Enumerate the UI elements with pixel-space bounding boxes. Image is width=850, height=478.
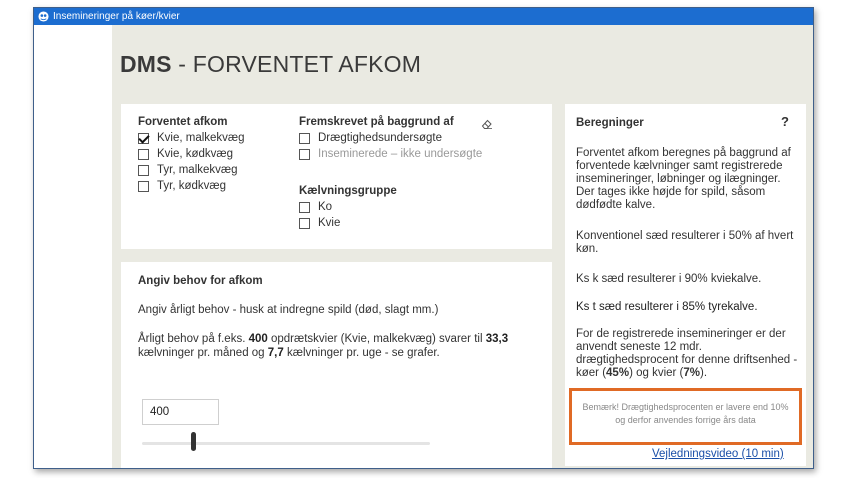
- checkbox-ko[interactable]: Ko: [299, 199, 397, 215]
- checkbox-kvie[interactable]: Kvie: [299, 215, 397, 231]
- checkbox-box[interactable]: [299, 148, 310, 160]
- main-content: DMS - FORVENTET AFKOM Forventet afkom Kv…: [112, 25, 813, 468]
- calc-paragraph-1: Forventet afkom beregnes på baggrund af …: [576, 147, 791, 211]
- need-text-part: opdrætskvier (Kvie, malkekvæg) svarer ti…: [267, 333, 486, 345]
- window-title: Insemineringer på køer/kvier: [53, 11, 180, 22]
- checkbox-box-checked[interactable]: [138, 132, 149, 144]
- checkbox-tyr-koedkvaeg[interactable]: Tyr, kødkvæg: [138, 178, 245, 194]
- page-header: DMS - FORVENTET AFKOM: [112, 25, 813, 87]
- projection-group: Fremskrevet på baggrund af Drægtighedsun…: [299, 116, 482, 162]
- checkbox-tyr-malkekvaeg[interactable]: Tyr, malkekvæg: [138, 162, 245, 178]
- checkbox-label: Tyr, malkekvæg: [157, 164, 238, 176]
- app-window: Insemineringer på køer/kvier DMS - FORVE…: [33, 7, 814, 469]
- page-title: DMS - FORVENTET AFKOM: [120, 51, 421, 78]
- calc-paragraph-3: Ks k sæd resulterer i 90% kviekalve.: [576, 273, 762, 285]
- need-text-part: kælvninger pr. uge - se grafer.: [283, 347, 440, 359]
- need-slider-track[interactable]: [142, 442, 430, 445]
- calving-group: Kælvningsgruppe Ko Kvie: [299, 185, 397, 231]
- app-icon: [38, 11, 49, 22]
- need-panel: Angiv behov for afkom Angiv årligt behov…: [121, 262, 552, 468]
- need-instruction: Angiv årligt behov - husk at indregne sp…: [138, 304, 439, 316]
- checkbox-box[interactable]: [299, 132, 310, 144]
- checkbox-draegtighedsundersoegte[interactable]: Drægtighedsundersøgte: [299, 130, 482, 146]
- checkbox-box[interactable]: [299, 201, 310, 213]
- checkbox-label: Tyr, kødkvæg: [157, 180, 227, 192]
- calculations-panel: Beregninger ? Forventet afkom beregnes p…: [565, 104, 806, 466]
- checkbox-box[interactable]: [299, 217, 310, 229]
- guide-video-link[interactable]: Vejledningsvideo (10 min): [652, 448, 784, 460]
- checkbox-label: Kvie: [318, 217, 341, 229]
- need-slider-thumb[interactable]: [190, 432, 196, 451]
- need-number-heifers: 400: [248, 333, 268, 345]
- checkbox-label: Kvie, malkekvæg: [157, 132, 245, 144]
- page-title-rest: - FORVENTET AFKOM: [171, 51, 422, 77]
- notice-box: Bemærk! Drægtighedsprocenten er lavere e…: [569, 388, 802, 445]
- need-text-part: kælvninger pr. måned og: [138, 347, 268, 359]
- filters-panel: Forventet afkom Kvie, malkekvæg Kvie, kø…: [121, 104, 552, 249]
- calc-paragraph-5: For de registrerede insemineringer er de…: [576, 328, 800, 380]
- expected-offspring-title: Forventet afkom: [138, 116, 228, 128]
- expected-offspring-group: Forventet afkom Kvie, malkekvæg Kvie, kø…: [138, 116, 245, 194]
- need-number-month: 33,3: [485, 333, 509, 345]
- projection-title: Fremskrevet på baggrund af: [299, 116, 454, 128]
- checkbox-box[interactable]: [138, 164, 149, 176]
- need-explanation: Årligt behov på f.eks. 400 opdrætskvier …: [138, 332, 538, 360]
- checkbox-kvie-koedkvaeg[interactable]: Kvie, kødkvæg: [138, 146, 245, 162]
- checkbox-box[interactable]: [138, 180, 149, 192]
- pregnancy-rate-cows: 45%: [606, 367, 630, 379]
- calc-paragraph-4: Ks t sæd resulterer i 85% tyrekalve.: [576, 301, 758, 313]
- checkbox-inseminerede[interactable]: Inseminerede – ikke undersøgte: [299, 146, 482, 162]
- annual-need-input[interactable]: [142, 399, 219, 425]
- need-title: Angiv behov for afkom: [138, 275, 263, 287]
- calc-text-part: ) og kvier (: [629, 367, 684, 379]
- title-bar[interactable]: Insemineringer på køer/kvier: [34, 8, 813, 25]
- calc-text-part: ).: [700, 367, 708, 379]
- need-text-part: Årligt behov på f.eks.: [138, 333, 249, 345]
- checkbox-label: Kvie, kødkvæg: [157, 148, 234, 160]
- checkbox-box[interactable]: [138, 148, 149, 160]
- help-icon[interactable]: ?: [781, 114, 789, 129]
- calc-paragraph-2: Konventionel sæd resulterer i 50% af hve…: [576, 230, 794, 255]
- checkbox-kvie-malkekvaeg[interactable]: Kvie, malkekvæg: [138, 130, 245, 146]
- eraser-icon[interactable]: [481, 118, 493, 130]
- need-number-week: 7,7: [267, 347, 284, 359]
- pregnancy-rate-heifers: 7%: [683, 367, 701, 379]
- calculations-title: Beregninger: [576, 117, 644, 129]
- checkbox-label: Drægtighedsundersøgte: [318, 132, 443, 144]
- page-title-bold: DMS: [120, 51, 172, 77]
- calving-group-title: Kælvningsgruppe: [299, 185, 397, 197]
- checkbox-label: Ko: [318, 201, 333, 213]
- checkbox-label: Inseminerede – ikke undersøgte: [318, 148, 483, 160]
